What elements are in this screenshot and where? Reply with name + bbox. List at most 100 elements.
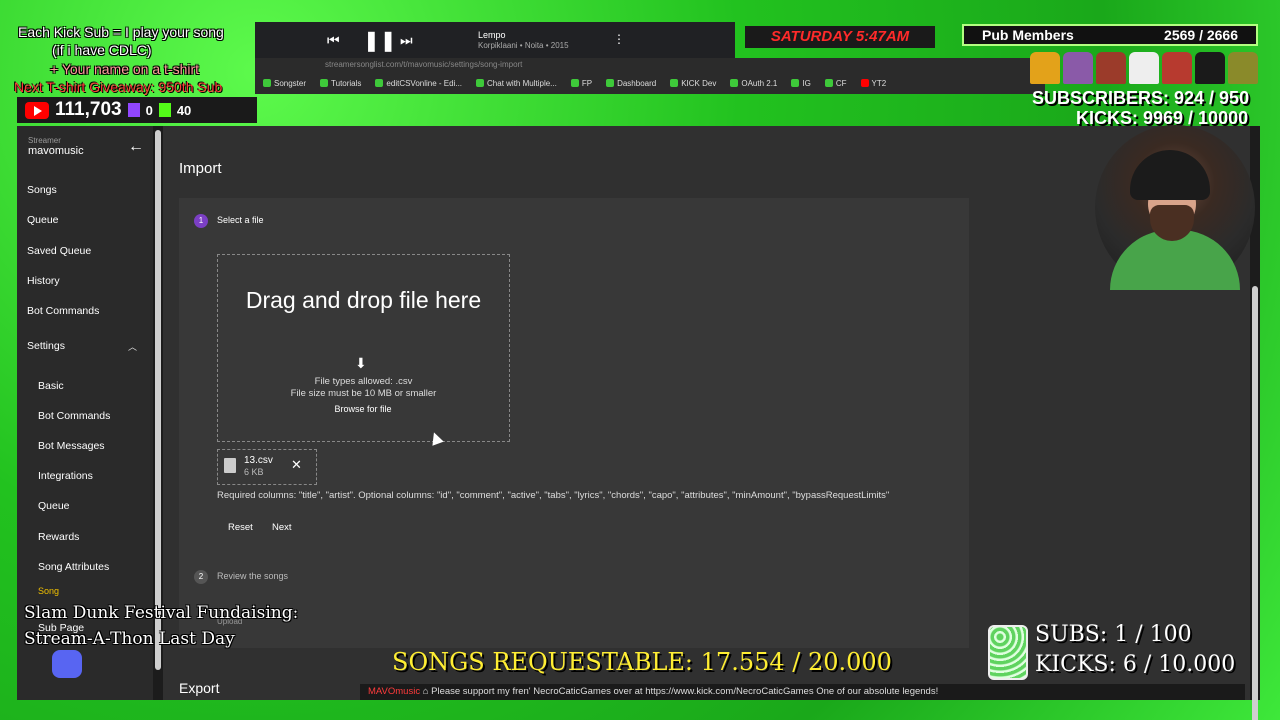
bookmark-oauth[interactable]: OAuth 2.1 — [730, 79, 777, 88]
sidebar-item-saved-queue[interactable]: Saved Queue — [27, 245, 91, 257]
tshirt-gallery — [1030, 52, 1258, 84]
tshirt-icon — [1129, 52, 1159, 84]
bookmarks-bar: Songster Tutorials editCSVonline - Edi..… — [255, 72, 1045, 94]
kick-icon — [158, 103, 171, 117]
settings-item-queue[interactable]: Queue — [38, 500, 70, 512]
bookmark-songster[interactable]: Songster — [263, 79, 306, 88]
social-counts-bar: 111,703 0 40 — [17, 97, 257, 123]
streamer-label: Streamer — [28, 136, 61, 145]
sidebar-item-settings[interactable]: Settings — [27, 340, 65, 352]
now-playing-title: Lempo — [478, 30, 506, 40]
file-types-text: File types allowed: .csv — [314, 376, 413, 387]
twitch-icon — [127, 103, 140, 117]
bookmark-tutorials[interactable]: Tutorials — [320, 79, 361, 88]
chevron-up-icon[interactable]: ︿ — [128, 340, 137, 353]
kick-count: 40 — [176, 102, 192, 118]
step-2-badge: 2 — [194, 570, 208, 584]
bookmark-yt2[interactable]: YT2 — [860, 79, 886, 88]
reset-button[interactable]: Reset — [228, 522, 253, 533]
next-track-icon[interactable]: ⏭ — [400, 32, 413, 49]
settings-item-song-import[interactable]: Song — [38, 586, 59, 596]
bookmark-ig[interactable]: IG — [791, 79, 811, 88]
pub-members-bar: Pub Members 2569 / 2666 — [962, 24, 1258, 46]
subscribers-counter: SUBSCRIBERS: 924 / 950 — [1032, 88, 1250, 108]
youtube-sub-count: 111,703 — [55, 99, 122, 120]
kick-icon — [670, 79, 679, 87]
tshirt-icon — [1096, 52, 1126, 84]
sub-promo-line-2: (if i have CDLC) — [52, 42, 152, 58]
twitch-count: 0 — [145, 102, 153, 118]
more-options-icon[interactable]: ⋮ — [613, 32, 625, 46]
pub-members-label: Pub Members — [982, 27, 1074, 43]
songs-requestable-counter: SONGS REQUESTABLE: 17.554 / 20.000 — [392, 648, 892, 676]
day-time-display: SATURDAY 5:47AM — [745, 26, 935, 48]
media-controls-bar: ⏮ ❚❚ ⏭ Lempo Korpiklaani • Noita • 2015 … — [255, 22, 735, 62]
streamer-name: mavomusic — [28, 145, 84, 157]
youtube-icon — [25, 101, 49, 119]
file-name: 13.csv — [244, 455, 273, 466]
back-arrow-icon[interactable]: ← — [128, 138, 144, 156]
sidebar-item-songs[interactable]: Songs — [27, 184, 57, 196]
sub-promo-line-3: + Your name on a t-shirt — [50, 61, 200, 77]
file-size-text: File size must be 10 MB or smaller — [290, 388, 437, 399]
file-icon — [224, 458, 236, 473]
kicks-goal: KICKS: 6 / 10.000 — [1035, 652, 1236, 677]
settings-item-basic[interactable]: Basic — [38, 380, 64, 392]
bookmark-cf[interactable]: CF — [824, 79, 847, 88]
goal-jar-icon — [988, 625, 1028, 680]
next-button[interactable]: Next — [272, 522, 292, 533]
tshirt-icon — [1063, 52, 1093, 84]
sidebar-item-history[interactable]: History — [27, 275, 60, 287]
news-ticker: MAVOmusic ⌂ Please support my fren' Necr… — [360, 684, 1245, 700]
sub-promo-line-1: Each Kick Sub = I play your song — [18, 24, 224, 40]
url-bar[interactable]: streamersonglist.com/t/mavomusic/setting… — [255, 58, 1045, 72]
site-icon — [476, 79, 485, 87]
tshirt-icon — [1195, 52, 1225, 84]
tshirt-icon — [1228, 52, 1258, 84]
settings-item-bot-messages[interactable]: Bot Messages — [38, 440, 105, 452]
settings-item-integrations[interactable]: Integrations — [38, 470, 93, 482]
kick-icon — [606, 79, 615, 87]
kick-icon — [730, 79, 739, 87]
sidebar-item-queue[interactable]: Queue — [27, 214, 59, 226]
bookmark-fp[interactable]: FP — [570, 79, 592, 88]
sidebar-item-bot-commands[interactable]: Bot Commands — [27, 305, 99, 317]
discord-icon — [52, 650, 82, 678]
page-title: Import — [179, 160, 222, 177]
ticker-text: Please support my fren' NecroCaticGames … — [431, 686, 939, 697]
site-icon — [824, 79, 833, 87]
folder-icon — [320, 79, 329, 87]
fundraiser-line-1: Slam Dunk Festival Fundaising: — [24, 603, 299, 623]
ticker-prefix: MAVOmusic — [368, 686, 421, 697]
site-icon — [375, 79, 384, 87]
now-playing-subtitle: Korpiklaani • Noita • 2015 — [478, 41, 569, 50]
required-columns-text: Required columns: "title", "artist". Opt… — [217, 490, 890, 501]
file-size: 6 KB — [244, 467, 264, 477]
settings-item-bot-commands[interactable]: Bot Commands — [38, 410, 110, 422]
settings-item-song-attributes[interactable]: Song Attributes — [38, 561, 109, 573]
fundraiser-banner: Slam Dunk Festival Fundaising: Stream-A-… — [24, 600, 298, 652]
step-1-label: Select a file — [217, 215, 264, 225]
pause-icon[interactable]: ❚❚ — [363, 28, 397, 53]
dropzone-title: Drag and drop file here — [245, 287, 482, 313]
step-2-label: Review the songs — [217, 571, 289, 581]
pub-members-value: 2569 / 2666 — [1164, 27, 1238, 43]
tshirt-icon — [1162, 52, 1192, 84]
subs-goal: SUBS: 1 / 100 — [1035, 622, 1192, 647]
bookmark-chat[interactable]: Chat with Multiple... — [476, 79, 557, 88]
kick-icon — [570, 79, 579, 87]
remove-file-icon[interactable]: ✕ — [291, 457, 302, 473]
folder-icon — [263, 79, 271, 87]
fundraiser-line-2: Stream-A-Thon Last Day — [24, 629, 235, 649]
instagram-icon — [791, 79, 800, 87]
browse-file-button[interactable]: Browse for file — [322, 404, 404, 418]
tshirt-icon — [1030, 52, 1060, 84]
step-1-badge: 1 — [194, 214, 208, 228]
bookmark-kick-dev[interactable]: KICK Dev — [670, 79, 716, 88]
export-title: Export — [179, 680, 220, 696]
settings-item-rewards[interactable]: Rewards — [38, 531, 79, 543]
bookmark-editcsv[interactable]: editCSVonline - Edi... — [375, 79, 462, 88]
previous-track-icon[interactable]: ⏮ — [327, 32, 340, 49]
bookmark-dashboard[interactable]: Dashboard — [606, 79, 656, 88]
download-icon: ⬇ — [355, 355, 367, 371]
